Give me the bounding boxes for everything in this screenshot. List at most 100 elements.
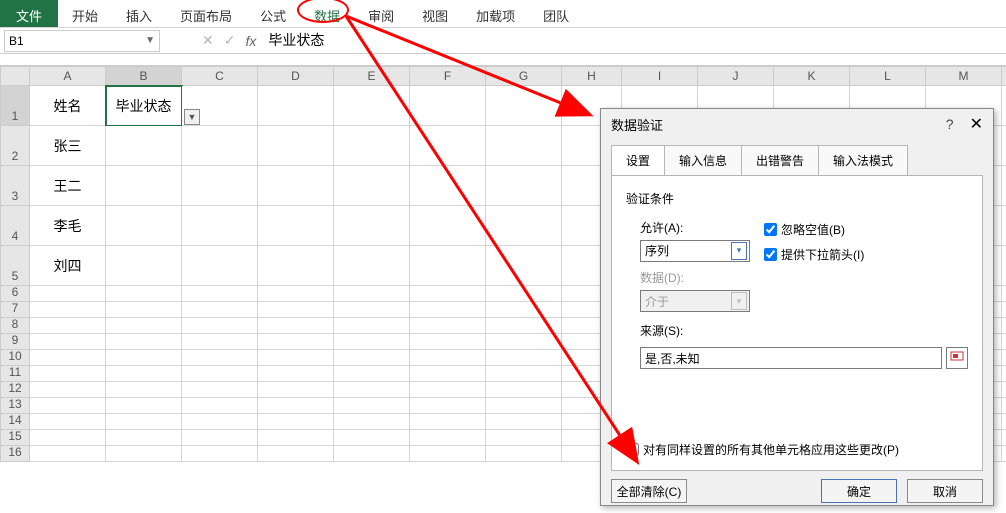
cell-N15[interactable] <box>1002 430 1006 446</box>
cell-D4[interactable] <box>258 206 334 246</box>
cell-D3[interactable] <box>258 166 334 206</box>
cell-A13[interactable] <box>30 398 106 414</box>
cell-B16[interactable] <box>106 446 182 462</box>
clear-all-button[interactable]: 全部清除(C) <box>611 479 687 503</box>
cell-B6[interactable] <box>106 286 182 302</box>
cell-B5[interactable] <box>106 246 182 286</box>
row-header-8[interactable]: 8 <box>0 318 30 334</box>
cell-G9[interactable] <box>486 334 562 350</box>
col-header-E[interactable]: E <box>334 66 410 86</box>
cell-C15[interactable] <box>182 430 258 446</box>
col-header-L[interactable]: L <box>850 66 926 86</box>
cell-F2[interactable] <box>410 126 486 166</box>
cell-E4[interactable] <box>334 206 410 246</box>
cell-E3[interactable] <box>334 166 410 206</box>
cell-D6[interactable] <box>258 286 334 302</box>
ignore-blank-input[interactable] <box>764 223 777 236</box>
col-header-A[interactable]: A <box>30 66 106 86</box>
cell-A7[interactable] <box>30 302 106 318</box>
cell-C12[interactable] <box>182 382 258 398</box>
cell-B8[interactable] <box>106 318 182 334</box>
cell-E5[interactable] <box>334 246 410 286</box>
row-header-9[interactable]: 9 <box>0 334 30 350</box>
cell-F4[interactable] <box>410 206 486 246</box>
tab-input-message[interactable]: 输入信息 <box>665 145 742 175</box>
cell-E14[interactable] <box>334 414 410 430</box>
row-header-3[interactable]: 3 <box>0 166 30 206</box>
cell-F15[interactable] <box>410 430 486 446</box>
cell-A2[interactable]: 张三 <box>30 126 106 166</box>
cell-F16[interactable] <box>410 446 486 462</box>
row-header-15[interactable]: 15 <box>0 430 30 446</box>
cell-G4[interactable] <box>486 206 562 246</box>
tab-team[interactable]: 团队 <box>529 0 583 27</box>
name-box-dropdown-icon[interactable]: ▼ <box>145 35 155 46</box>
cell-A3[interactable]: 王二 <box>30 166 106 206</box>
col-header-B[interactable]: B <box>106 66 182 86</box>
cell-B11[interactable] <box>106 366 182 382</box>
tab-formulas[interactable]: 公式 <box>246 0 300 27</box>
cell-A12[interactable] <box>30 382 106 398</box>
cell-C16[interactable] <box>182 446 258 462</box>
cell-B15[interactable] <box>106 430 182 446</box>
row-header-13[interactable]: 13 <box>0 398 30 414</box>
cell-F7[interactable] <box>410 302 486 318</box>
accept-icon[interactable]: ✓ <box>224 32 236 49</box>
select-all-corner[interactable] <box>0 66 30 86</box>
cell-A4[interactable]: 李毛 <box>30 206 106 246</box>
tab-ime-mode[interactable]: 输入法模式 <box>819 145 908 175</box>
cell-A9[interactable] <box>30 334 106 350</box>
cell-B7[interactable] <box>106 302 182 318</box>
cell-D10[interactable] <box>258 350 334 366</box>
cell-E7[interactable] <box>334 302 410 318</box>
row-header-4[interactable]: 4 <box>0 206 30 246</box>
cell-A14[interactable] <box>30 414 106 430</box>
cell-G1[interactable] <box>486 86 562 126</box>
cell-C4[interactable] <box>182 206 258 246</box>
cell-E10[interactable] <box>334 350 410 366</box>
cell-N9[interactable] <box>1002 334 1006 350</box>
cell-D7[interactable] <box>258 302 334 318</box>
tab-home[interactable]: 开始 <box>58 0 112 27</box>
cell-A16[interactable] <box>30 446 106 462</box>
cell-G8[interactable] <box>486 318 562 334</box>
col-header-K[interactable]: K <box>774 66 850 86</box>
cell-N13[interactable] <box>1002 398 1006 414</box>
cell-G3[interactable] <box>486 166 562 206</box>
cell-C14[interactable] <box>182 414 258 430</box>
cell-D9[interactable] <box>258 334 334 350</box>
name-box[interactable]: B1 ▼ <box>4 30 160 52</box>
cell-B1[interactable]: 毕业状态 <box>106 86 182 126</box>
cell-C3[interactable] <box>182 166 258 206</box>
help-icon[interactable]: ? <box>946 116 954 132</box>
allow-select[interactable]: 序列 ▾ <box>640 240 750 262</box>
cell-D11[interactable] <box>258 366 334 382</box>
cell-C5[interactable] <box>182 246 258 286</box>
close-icon[interactable]: ✕ <box>970 114 983 134</box>
cell-E9[interactable] <box>334 334 410 350</box>
cell-A6[interactable] <box>30 286 106 302</box>
cell-F1[interactable] <box>410 86 486 126</box>
cell-G14[interactable] <box>486 414 562 430</box>
cell-G11[interactable] <box>486 366 562 382</box>
cell-F12[interactable] <box>410 382 486 398</box>
cell-B3[interactable] <box>106 166 182 206</box>
col-header-C[interactable]: C <box>182 66 258 86</box>
cell-E13[interactable] <box>334 398 410 414</box>
cell-D12[interactable] <box>258 382 334 398</box>
col-header-I[interactable]: I <box>622 66 698 86</box>
col-header-N[interactable]: N <box>1002 66 1006 86</box>
cell-N10[interactable] <box>1002 350 1006 366</box>
col-header-G[interactable]: G <box>486 66 562 86</box>
cell-N16[interactable] <box>1002 446 1006 462</box>
row-header-2[interactable]: 2 <box>0 126 30 166</box>
cell-F14[interactable] <box>410 414 486 430</box>
cell-E1[interactable] <box>334 86 410 126</box>
cell-G7[interactable] <box>486 302 562 318</box>
cell-N5[interactable] <box>1002 246 1006 286</box>
tab-addins[interactable]: 加载项 <box>462 0 529 27</box>
cell-E11[interactable] <box>334 366 410 382</box>
cell-D13[interactable] <box>258 398 334 414</box>
col-header-H[interactable]: H <box>562 66 622 86</box>
apply-all-row[interactable]: 对有同样设置的所有其他单元格应用这些更改(P) <box>626 441 899 458</box>
